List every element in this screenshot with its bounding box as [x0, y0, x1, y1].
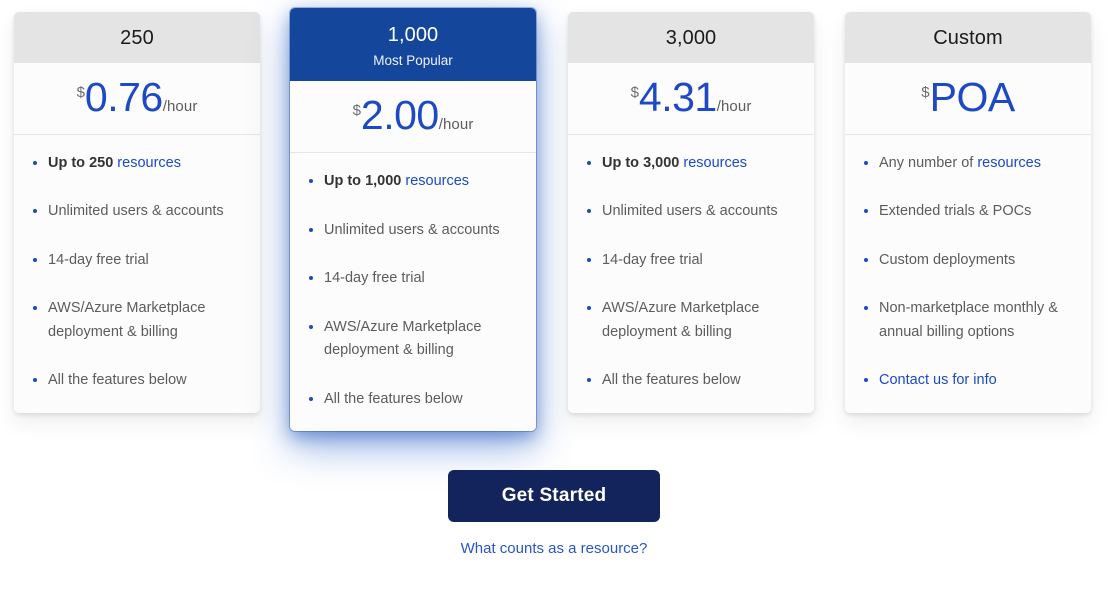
feature-text: AWS/Azure Marketplace deployment & billi…	[324, 318, 482, 359]
feature-text: Extended trials & POCs	[879, 203, 1032, 220]
feature-item: Custom deployments	[863, 249, 1075, 272]
feature-text: Unlimited users & accounts	[602, 203, 778, 220]
price-currency-symbol: $	[352, 102, 361, 120]
pricing-card[interactable]: 250 $0.76/hour Up to 250 resources Unlimite…	[14, 12, 260, 413]
price-unit: /hour	[162, 98, 198, 115]
resources-link[interactable]: resources	[977, 155, 1041, 171]
price-amount: 2.00	[360, 92, 439, 139]
feature-item: 14-day free trial	[586, 249, 798, 272]
feature-item: All the features below	[586, 369, 798, 392]
feature-item: AWS/Azure Marketplace deployment & billi…	[308, 316, 520, 363]
feature-text: Any number of	[879, 155, 978, 171]
price-currency-symbol: $	[921, 84, 930, 101]
feature-item[interactable]: Up to 3,000 resources	[586, 152, 798, 175]
pricing-card-header: Custom	[845, 12, 1091, 63]
pricing-card-header: 1,000 Most Popular	[290, 8, 536, 82]
feature-text: 14-day free trial	[48, 251, 149, 268]
plan-feature-list: Up to 3,000 resources Unlimited users & a…	[568, 135, 814, 413]
feature-item: All the features below	[308, 388, 520, 411]
price-amount: POA	[929, 74, 1016, 120]
feature-item: All the features below	[32, 369, 244, 392]
feature-text: 14-day free trial	[602, 251, 703, 268]
feature-item: Unlimited users & accounts	[32, 200, 244, 223]
pricing-table: 250 $0.76/hour Up to 250 resources Unlimite…	[0, 0, 1108, 470]
feature-item: 14-day free trial	[308, 267, 520, 290]
plan-feature-list: Up to 250 resources Unlimited users & acc…	[14, 135, 260, 413]
feature-item: Unlimited users & accounts	[308, 219, 520, 242]
feature-item: Extended trials & POCs	[863, 200, 1075, 223]
feature-item[interactable]: Up to 1,000 resources	[308, 170, 520, 193]
resources-link[interactable]: resources	[405, 173, 469, 189]
pricing-card[interactable]: Custom $POA Any number of resources Extende…	[845, 12, 1091, 413]
feature-text: Contact us for info	[879, 372, 997, 389]
plan-price: $4.31/hour	[568, 63, 814, 135]
resources-link[interactable]: resources	[117, 155, 181, 171]
feature-item: Non-marketplace monthly & annual billing…	[863, 297, 1075, 344]
feature-text: AWS/Azure Marketplace deployment & billi…	[48, 300, 206, 340]
feature-text: Up to 3,000	[602, 155, 684, 171]
plan-badge-most-popular: Most Popular	[373, 53, 453, 68]
feature-text: Up to 250	[48, 155, 118, 171]
feature-text: Up to 1,000	[324, 173, 406, 190]
feature-item: AWS/Azure Marketplace deployment & billi…	[586, 297, 798, 344]
feature-link-item[interactable]: Contact us for info	[863, 369, 1075, 392]
plan-price: $0.76/hour	[14, 63, 260, 135]
plan-feature-list: Up to 1,000 resources Unlimited users & a…	[290, 153, 536, 432]
feature-item: Unlimited users & accounts	[586, 200, 798, 223]
plan-price: $POA	[845, 63, 1091, 135]
pricing-card[interactable]: 1,000 Most Popular $2.00/hour Up to 1,000 r…	[290, 8, 536, 432]
what-counts-as-a-resource-link[interactable]: What counts as a resource?	[0, 540, 1108, 557]
feature-text: All the features below	[602, 372, 741, 389]
feature-text: Non-marketplace monthly & annual billing…	[879, 300, 1058, 340]
pricing-card-header: 250	[14, 12, 260, 63]
price-unit: /hour	[438, 116, 474, 134]
pricing-card-header: 3,000	[568, 12, 814, 63]
feature-text: Unlimited users & accounts	[48, 203, 224, 220]
cta-area: Get Started What counts as a resource?	[0, 470, 1108, 557]
pricing-card[interactable]: 3,000 $4.31/hour Up to 3,000 resources Unli…	[568, 12, 814, 413]
plan-title: Custom	[933, 27, 1003, 49]
feature-item: 14-day free trial	[32, 249, 244, 272]
feature-text: All the features below	[48, 372, 187, 389]
price-amount: 0.76	[84, 74, 163, 120]
feature-text: AWS/Azure Marketplace deployment & billi…	[602, 300, 760, 340]
plan-title: 1,000	[387, 24, 439, 46]
price-currency-symbol: $	[630, 84, 639, 101]
get-started-button[interactable]: Get Started	[447, 470, 661, 522]
plan-feature-list: Any number of resources Extended trials &…	[845, 135, 1091, 413]
feature-item[interactable]: Any number of resources	[863, 152, 1075, 175]
feature-text: 14-day free trial	[324, 270, 425, 287]
feature-item[interactable]: Up to 250 resources	[32, 152, 244, 175]
price-currency-symbol: $	[76, 84, 85, 101]
resources-link[interactable]: resources	[683, 155, 747, 171]
price-amount: 4.31	[638, 74, 717, 120]
price-unit: /hour	[716, 98, 752, 115]
plan-price: $2.00/hour	[290, 81, 536, 154]
feature-text: Custom deployments	[879, 251, 1016, 268]
plan-title: 3,000	[665, 27, 717, 49]
plan-title: 250	[120, 27, 154, 49]
feature-text: All the features below	[324, 390, 463, 407]
feature-text: Unlimited users & accounts	[324, 221, 500, 238]
feature-item: AWS/Azure Marketplace deployment & billi…	[32, 297, 244, 344]
